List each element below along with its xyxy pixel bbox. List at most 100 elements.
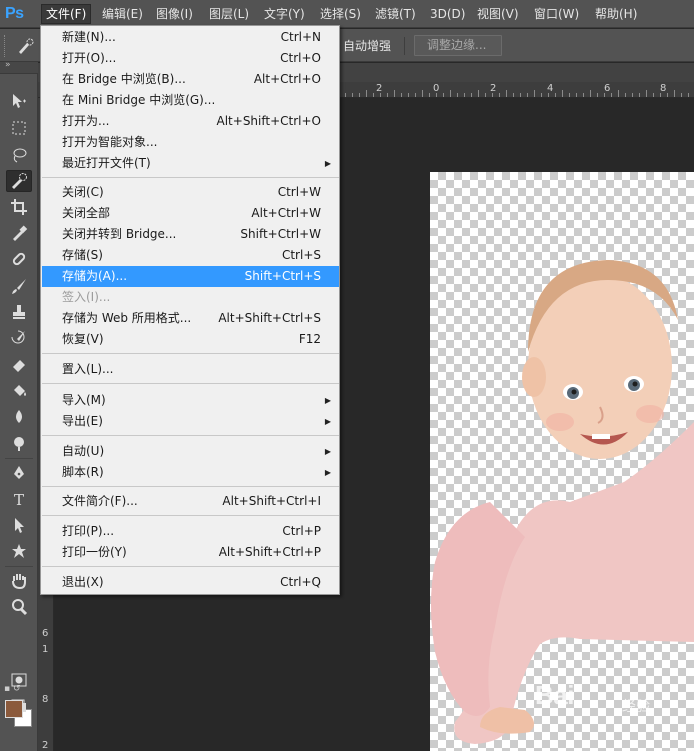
menu-save-as[interactable]: 存储为(A)... Shift+Ctrl+S xyxy=(42,266,339,287)
move-tool-icon[interactable] xyxy=(6,90,32,112)
ruler-tick xyxy=(436,93,437,97)
menu-open[interactable]: 打开(O)... Ctrl+O xyxy=(42,48,339,69)
menu-type[interactable]: 文字(Y) xyxy=(260,4,309,24)
healing-brush-tool-icon[interactable] xyxy=(6,248,32,270)
menu-open-as-smart-object[interactable]: 打开为智能对象... xyxy=(42,132,339,153)
auto-enhance-label[interactable]: 自动增强 xyxy=(343,37,391,54)
toolbox-divider xyxy=(5,566,33,567)
hand-tool-icon[interactable] xyxy=(6,570,32,592)
menu-layer[interactable]: 图层(L) xyxy=(205,4,253,24)
ruler-tick xyxy=(366,90,367,97)
ruler-number: 6 xyxy=(42,628,49,639)
ruler-tick xyxy=(443,93,444,97)
menu-3d[interactable]: 3D(D) xyxy=(426,4,469,24)
lasso-tool-icon[interactable] xyxy=(6,144,32,166)
menu-import[interactable]: 导入(M) ▶ xyxy=(42,390,339,411)
ruler-tick xyxy=(681,93,682,97)
path-selection-tool-icon[interactable] xyxy=(6,514,32,536)
menu-edit[interactable]: 编辑(E) xyxy=(98,4,147,24)
submenu-arrow-icon: ▶ xyxy=(324,417,331,426)
menu-revert[interactable]: 恢复(V) F12 xyxy=(42,329,339,350)
quick-selection-tool-preset-icon[interactable] xyxy=(16,37,36,55)
ruler-tick xyxy=(527,93,528,97)
foreground-color-swatch[interactable] xyxy=(5,700,23,718)
type-tool-icon[interactable]: T xyxy=(6,488,32,510)
ruler-tick xyxy=(464,93,465,97)
menu-separator xyxy=(42,486,339,487)
menu-exit[interactable]: 退出(X) Ctrl+Q xyxy=(42,572,339,593)
menu-close-all[interactable]: 关闭全部 Alt+Ctrl+W xyxy=(42,203,339,224)
dodge-tool-icon[interactable] xyxy=(6,432,32,454)
custom-shape-tool-icon[interactable] xyxy=(6,540,32,562)
submenu-arrow-icon: ▶ xyxy=(324,396,331,405)
menu-open-recent[interactable]: 最近打开文件(T) ▶ xyxy=(42,153,339,174)
ruler-tick xyxy=(548,93,549,97)
menu-scripts[interactable]: 脚本(R) ▶ xyxy=(42,462,339,483)
ruler-tick xyxy=(569,93,570,97)
menu-export[interactable]: 导出(E) ▶ xyxy=(42,411,339,432)
ruler-tick xyxy=(394,90,395,97)
menu-help[interactable]: 帮助(H) xyxy=(591,4,641,24)
menu-place[interactable]: 置入(L)... xyxy=(42,359,339,380)
eyedropper-tool-icon[interactable] xyxy=(6,222,32,244)
ruler-tick xyxy=(450,90,451,97)
ruler-tick xyxy=(653,93,654,97)
quick-mask-icon[interactable] xyxy=(6,669,32,691)
menu-file-info[interactable]: 文件简介(F)... Alt+Shift+Ctrl+I xyxy=(42,491,339,512)
ruler-tick xyxy=(674,90,675,97)
ruler-tick xyxy=(660,93,661,97)
refine-edge-button[interactable]: 调整边缘... xyxy=(414,35,502,56)
menu-open-as[interactable]: 打开为... Alt+Shift+Ctrl+O xyxy=(42,111,339,132)
document-canvas[interactable] xyxy=(430,172,694,751)
zoom-tool-icon[interactable] xyxy=(6,596,32,618)
menu-close-and-go-to-bridge[interactable]: 关闭并转到 Bridge... Shift+Ctrl+W xyxy=(42,224,339,245)
watermark-logo: Bai xyxy=(535,680,574,710)
ruler-tick xyxy=(667,93,668,97)
menu-filter[interactable]: 滤镜(T) xyxy=(371,4,420,24)
menu-automate[interactable]: 自动(U) ▶ xyxy=(42,441,339,462)
eraser-tool-icon[interactable] xyxy=(6,353,32,375)
marquee-tool-icon[interactable] xyxy=(6,117,32,139)
menu-save-for-web[interactable]: 存储为 Web 所用格式... Alt+Shift+Ctrl+S xyxy=(42,308,339,329)
menu-browse-in-bridge[interactable]: 在 Bridge 中浏览(B)... Alt+Ctrl+O xyxy=(42,69,339,90)
menu-image[interactable]: 图像(I) xyxy=(152,4,197,24)
menu-window[interactable]: 窗口(W) xyxy=(530,4,583,24)
menu-print[interactable]: 打印(P)... Ctrl+P xyxy=(42,521,339,542)
ruler-tick xyxy=(478,90,479,97)
paint-bucket-tool-icon[interactable] xyxy=(6,380,32,402)
pen-tool-icon[interactable] xyxy=(6,462,32,484)
ruler-tick xyxy=(380,93,381,97)
ruler-tick xyxy=(492,93,493,97)
brush-tool-icon[interactable] xyxy=(6,275,32,297)
clone-stamp-tool-icon[interactable] xyxy=(6,301,32,323)
blur-tool-icon[interactable] xyxy=(6,406,32,428)
submenu-arrow-icon: ▶ xyxy=(324,468,331,477)
quick-selection-tool-icon[interactable] xyxy=(6,170,32,192)
ruler-tick xyxy=(387,93,388,97)
menu-file[interactable]: 文件(F) xyxy=(41,4,92,24)
options-grip[interactable] xyxy=(4,35,8,57)
submenu-arrow-icon: ▶ xyxy=(324,159,331,168)
menu-close[interactable]: 关闭(C) Ctrl+W xyxy=(42,182,339,203)
ruler-tick xyxy=(401,93,402,97)
menu-new[interactable]: 新建(N)... Ctrl+N xyxy=(42,27,339,48)
ruler-tick xyxy=(688,93,689,97)
ruler-number: 1 xyxy=(42,644,49,655)
toolbox-collapse-handle[interactable]: » xyxy=(0,60,38,74)
ruler-tick xyxy=(499,93,500,97)
ruler-number: 2 xyxy=(42,740,49,751)
options-divider xyxy=(404,37,405,55)
ruler-tick xyxy=(590,90,591,97)
history-brush-tool-icon[interactable] xyxy=(6,327,32,349)
crop-tool-icon[interactable] xyxy=(6,196,32,218)
ruler-tick xyxy=(541,93,542,97)
ruler-tick xyxy=(520,93,521,97)
menu-print-one-copy[interactable]: 打印一份(Y) Alt+Shift+Ctrl+P xyxy=(42,542,339,563)
ruler-tick xyxy=(457,93,458,97)
menu-save[interactable]: 存储(S) Ctrl+S xyxy=(42,245,339,266)
menu-select[interactable]: 选择(S) xyxy=(316,4,365,24)
menu-browse-in-mini-bridge[interactable]: 在 Mini Bridge 中浏览(G)... xyxy=(42,90,339,111)
ruler-tick xyxy=(639,93,640,97)
menu-view[interactable]: 视图(V) xyxy=(473,4,523,24)
ruler-tick xyxy=(373,93,374,97)
